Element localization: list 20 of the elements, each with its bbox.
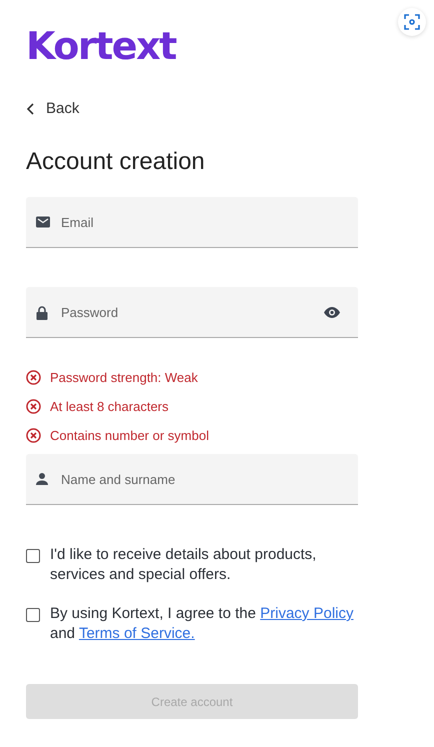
input-field[interactable]: Email <box>26 197 358 248</box>
back-link[interactable]: Back <box>26 100 80 117</box>
rule-text: At least 8 characters <box>50 399 168 414</box>
consent-text: By using Kortext, I agree to the <box>50 605 256 622</box>
consent-text: and <box>50 625 76 642</box>
link[interactable]: Terms of Service. <box>78 625 195 642</box>
rule-text: Contains number or symbol <box>50 428 209 443</box>
checkbox[interactable] <box>26 608 40 622</box>
input-field[interactable]: Password <box>26 287 358 338</box>
chevron-left-icon <box>26 102 36 114</box>
logo: Kortext <box>26 26 176 66</box>
page-title: Account creation <box>26 147 206 177</box>
link[interactable]: Privacy Policy <box>260 605 354 622</box>
input-field[interactable]: Name and surname <box>26 454 358 505</box>
scan-icon <box>404 14 420 30</box>
eye-icon[interactable] <box>324 307 340 318</box>
rule-text: Password strength: Weak <box>50 370 198 385</box>
scan-button[interactable] <box>398 8 426 36</box>
consent-text: I'd like to receive details about products, services and special offers. <box>50 546 316 583</box>
checkbox[interactable] <box>26 549 40 563</box>
